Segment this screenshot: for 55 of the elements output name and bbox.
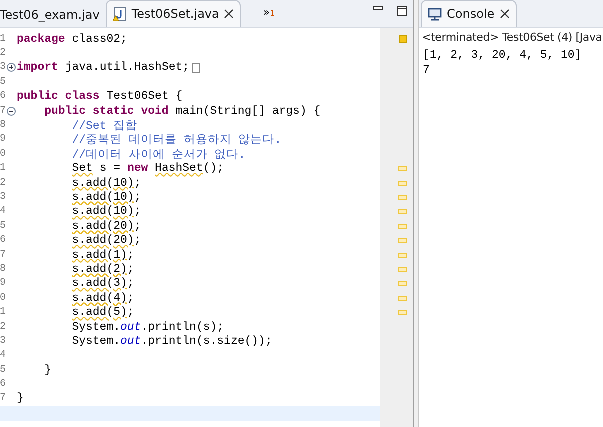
- code-line: s.add(10);: [72, 176, 142, 190]
- line-number: 2: [0, 322, 6, 332]
- code-line: s.add(5);: [72, 306, 134, 320]
- code-line: }: [44, 364, 52, 377]
- line-number: 9: [0, 134, 6, 146]
- console-output-line: [1, 2, 3, 20, 4, 5, 10]: [423, 48, 583, 63]
- code-line: }: [17, 392, 24, 406]
- editor-tab[interactable]: Test06Set.java: [106, 0, 242, 27]
- console-status: <terminated> Test06Set (4) [Java: [421, 30, 603, 46]
- line-number: 1: [0, 307, 6, 318]
- line-number: 3: [0, 336, 6, 347]
- code-line: package class02;: [17, 32, 128, 46]
- code-line: System.out.println(s.size());: [72, 334, 272, 348]
- line-number: 0: [0, 148, 6, 160]
- code-line: s.add(20);: [72, 220, 142, 233]
- line-number: 1: [0, 34, 6, 45]
- code-line: System.out.println(s);: [72, 320, 224, 334]
- code-line: s.add(10);: [72, 190, 142, 204]
- line-number: 5: [0, 364, 6, 376]
- line-number: 5: [0, 76, 6, 88]
- line-number: 7: [0, 250, 6, 261]
- console-output-line: 7: [423, 63, 431, 78]
- line-number: 1: [0, 163, 6, 174]
- line-number: 6: [0, 379, 6, 390]
- line-number: 2: [0, 178, 6, 189]
- code-line: //Set 집합: [72, 119, 138, 134]
- code-line: import java.util.HashSet;: [17, 61, 190, 74]
- line-number: 5: [0, 220, 6, 232]
- line-number: 3: [0, 192, 6, 203]
- line-number: 4: [0, 206, 6, 218]
- editor-tab[interactable]: Test06_exam.jav: [0, 3, 106, 27]
- code-line: s.add(3);: [72, 277, 134, 290]
- tab-overflow-button[interactable]: »1: [263, 6, 276, 19]
- console-tab[interactable]: Console: [421, 0, 517, 27]
- line-number: 3: [0, 62, 6, 74]
- line-number: 6: [0, 235, 6, 246]
- code-line: //중복된 데이터를 허용하지 않는다.: [72, 133, 282, 148]
- line-number: 9: [0, 278, 6, 290]
- line-number: 6: [0, 91, 6, 102]
- code-line: public class Test06Set {: [17, 90, 183, 104]
- line-number: 8: [0, 264, 6, 275]
- code-line: s.add(1);: [72, 248, 134, 262]
- code-line: Set s = new HashSet();: [72, 162, 224, 176]
- line-number: 0: [0, 292, 6, 304]
- line-number: 7: [0, 393, 6, 404]
- code-line: public static void main(String[] args) {: [44, 104, 321, 118]
- code-line: //데이터 사이에 순서가 없다.: [72, 148, 246, 162]
- code-line: s.add(2);: [72, 262, 134, 276]
- code-line: s.add(10);: [72, 205, 142, 218]
- code-line: s.add(4);: [72, 292, 134, 305]
- line-number: 2: [0, 48, 6, 60]
- line-number: 8: [0, 120, 6, 132]
- line-number: 7: [0, 106, 6, 117]
- line-number: 4: [0, 350, 6, 362]
- code-line: s.add(20);: [72, 234, 142, 248]
